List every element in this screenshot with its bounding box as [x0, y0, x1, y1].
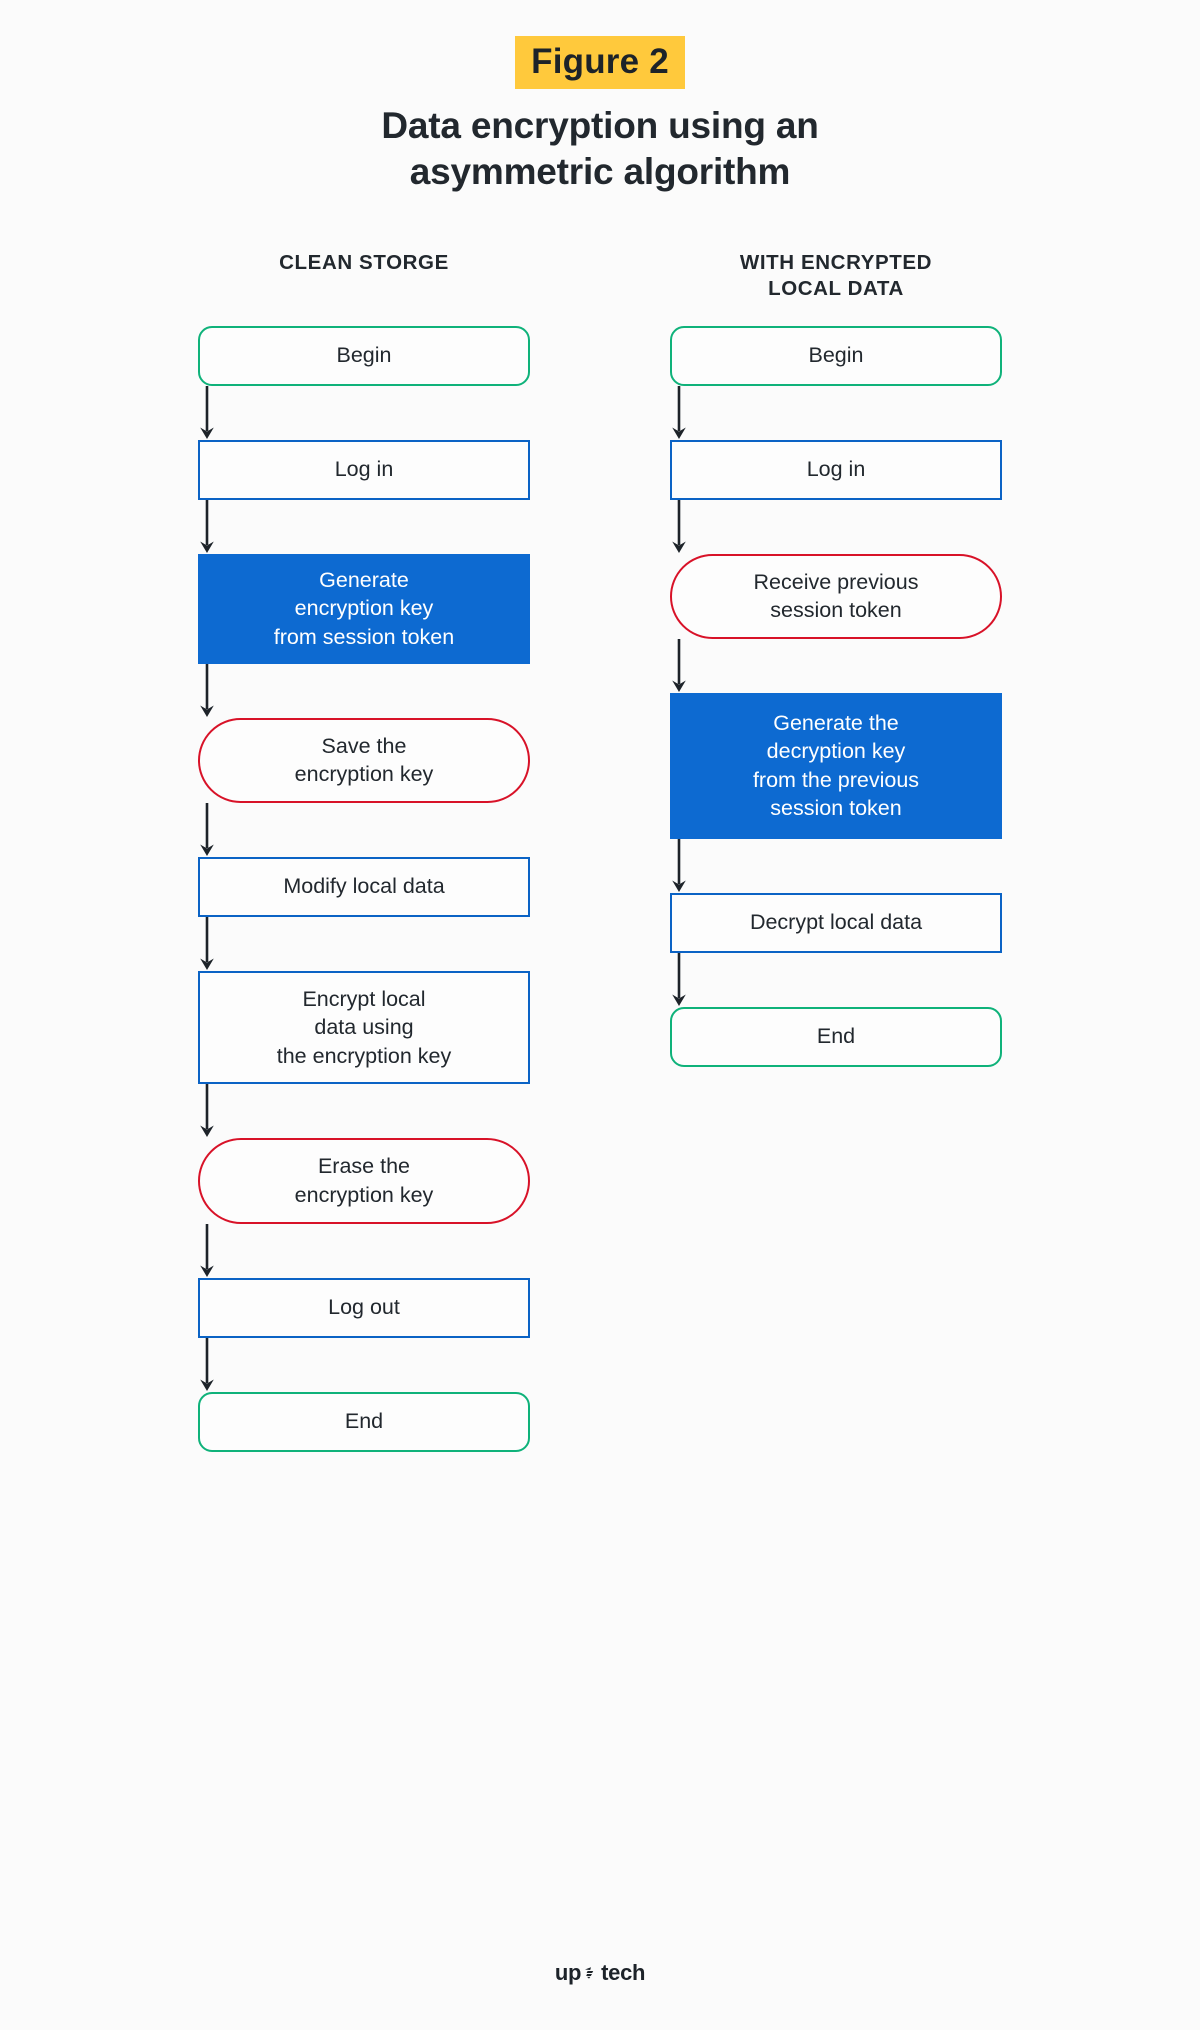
column-header-encrypted-local-data: WITH ENCRYPTED LOCAL DATA	[739, 250, 933, 300]
figure-title-line-1: Data encryption using an	[381, 105, 819, 146]
flow-node-log-in: Log in	[670, 439, 1002, 500]
column-body-clean-storage: Begin Log in Generate encryption key from se…	[198, 325, 530, 1452]
flow-node-label: Generate encryption key from session token	[273, 567, 455, 649]
figure-title-line-2: asymmetric algorithm	[409, 151, 791, 193]
flow-node-modify-local-data: Modify local data	[198, 856, 530, 917]
flow-node-label: End	[344, 1409, 384, 1434]
flow-node-label: End	[816, 1024, 856, 1049]
flow-node-begin: Begin	[198, 325, 530, 386]
flow-node-label: Begin	[336, 343, 392, 368]
flow-node-label: Begin	[808, 343, 864, 368]
flowchart-columns: CLEAN STORGE Begin Log in Generate encrypti…	[0, 250, 1200, 1452]
flow-node-end: End	[670, 1006, 1002, 1067]
flowchart-column-clean-storage: CLEAN STORGE Begin Log in Generate encrypti…	[198, 250, 530, 1452]
flow-node-save-the: Save the encryption key	[198, 717, 530, 803]
flow-arrow-down-icon	[670, 638, 688, 693]
flow-node-generate-the: Generate the decryption key from the previ…	[670, 692, 1002, 839]
flow-node-label: Erase the encryption key	[294, 1154, 434, 1208]
figure-badge-wrap: Figure 2	[0, 36, 1200, 89]
footer-logo: up tech	[0, 1960, 1200, 1986]
flow-node-encrypt-local: Encrypt local data using the encryption ke…	[198, 970, 530, 1085]
flow-arrow-down-icon	[670, 952, 688, 1007]
figure-header: Figure 2 Data encryption using an asymme…	[0, 0, 1200, 196]
flow-node-label: Decrypt local data	[749, 910, 923, 935]
flow-node-label: Log out	[328, 1295, 400, 1320]
column-body-encrypted-local-data: Begin Log in Receive previous session token…	[670, 325, 1002, 1067]
flow-node-erase-the: Erase the encryption key	[198, 1138, 530, 1224]
flow-arrow-down-icon	[198, 663, 216, 718]
logo-text-up: up	[554, 1960, 582, 1985]
flow-node-label: Log in	[334, 457, 394, 482]
bee-icon	[582, 1965, 599, 1982]
flow-arrow-down-icon	[198, 1223, 216, 1278]
flow-arrow-down-icon	[670, 385, 688, 440]
flow-arrow-down-icon	[198, 499, 216, 554]
flow-arrow-down-icon	[670, 838, 688, 893]
figure-number-badge: Figure 2	[515, 36, 685, 89]
flow-node-generate: Generate encryption key from session token	[198, 553, 530, 664]
flowchart-column-encrypted-local-data: WITH ENCRYPTED LOCAL DATA Begin Log in Rece…	[670, 250, 1002, 1067]
flow-arrow-down-icon	[198, 1084, 216, 1138]
logo-text-tech: tech	[601, 1960, 646, 1985]
flow-node-log-out: Log out	[198, 1277, 530, 1338]
column-header-clean-storage: CLEAN STORGE	[279, 250, 449, 274]
flow-node-log-in: Log in	[198, 439, 530, 500]
flow-node-label: Log in	[806, 457, 866, 482]
flow-node-label: Generate the decryption key from the previ…	[752, 710, 920, 821]
flow-node-label: Modify local data	[283, 874, 445, 899]
flow-node-end: End	[198, 1391, 530, 1452]
flow-arrow-down-icon	[198, 385, 216, 440]
flow-arrow-down-icon	[670, 499, 688, 554]
flow-node-receive-previous: Receive previous session token	[670, 553, 1002, 639]
flow-node-decrypt-local-data: Decrypt local data	[670, 892, 1002, 953]
flow-node-label: Save the encryption key	[294, 733, 434, 787]
flow-arrow-down-icon	[198, 916, 216, 971]
figure-title: Data encryption using an asymmetric algo…	[220, 103, 980, 196]
flow-arrow-down-icon	[198, 802, 216, 857]
flow-node-begin: Begin	[670, 325, 1002, 386]
flow-arrow-down-icon	[198, 1337, 216, 1392]
flow-node-label: Receive previous session token	[753, 569, 919, 623]
flow-node-label: Encrypt local data using the encryption ke…	[276, 986, 452, 1068]
